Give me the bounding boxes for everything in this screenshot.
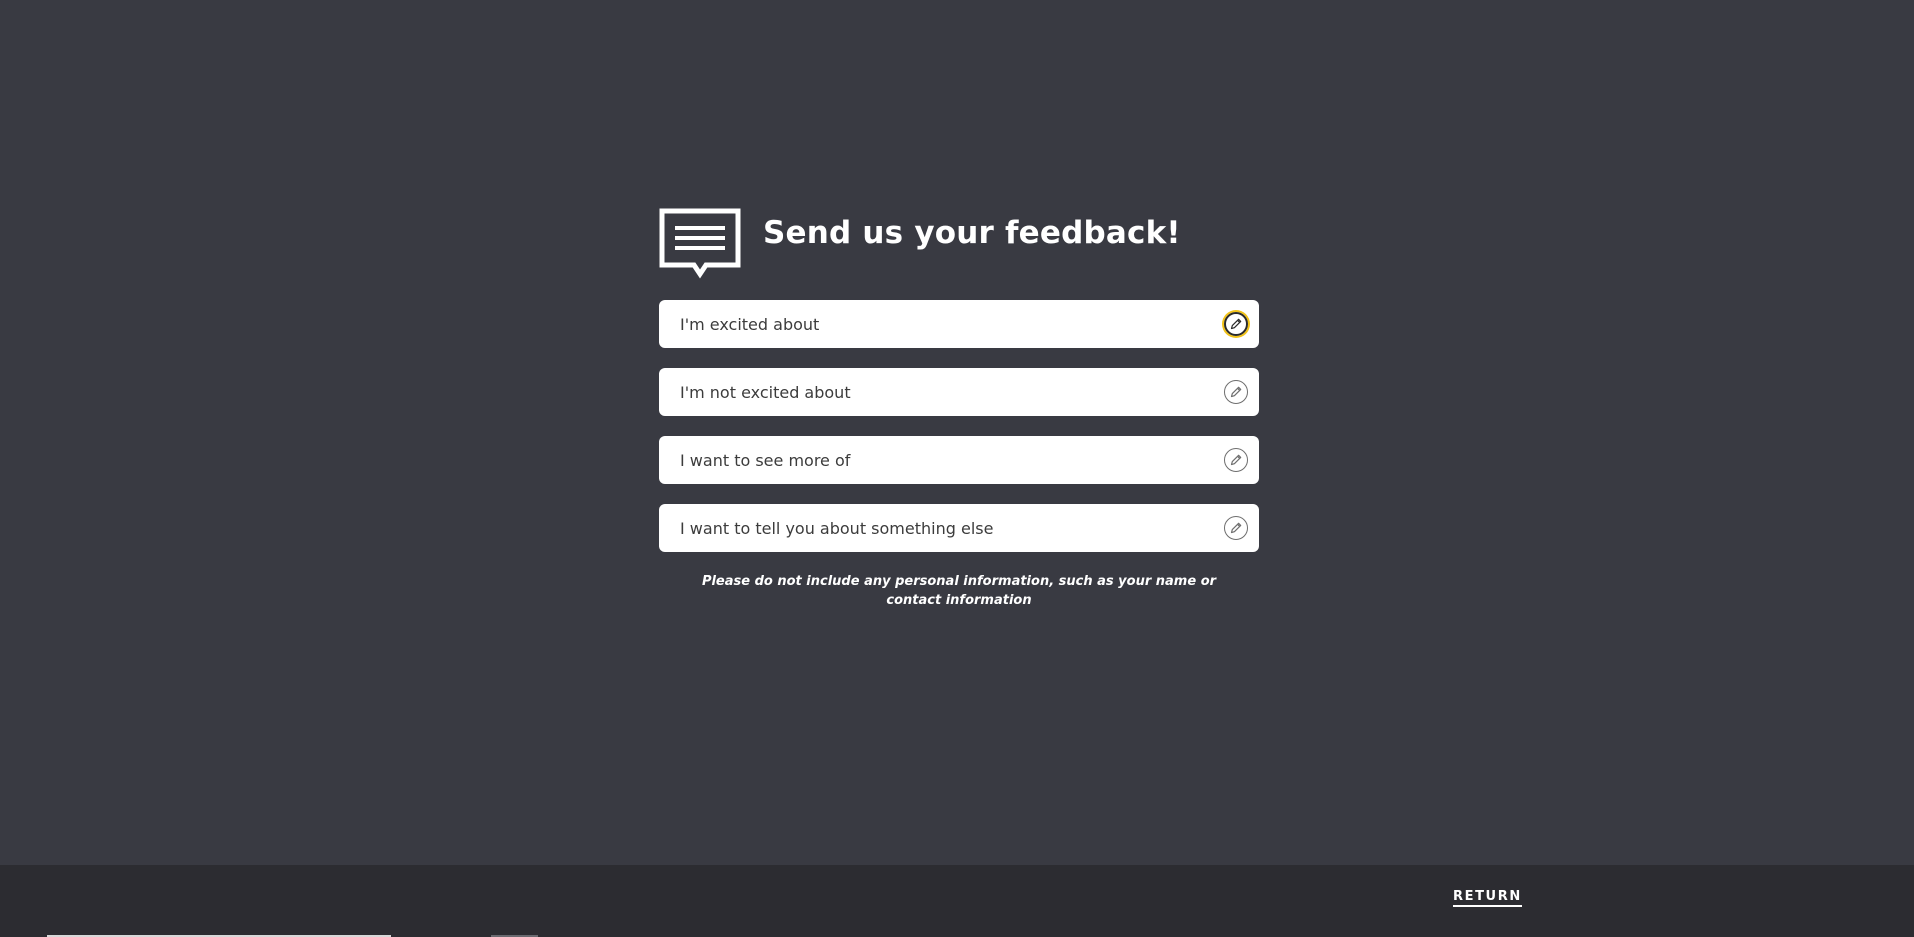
feedback-panel: Send us your feedback! I'm excited about…	[659, 208, 1259, 610]
chat-bubble-icon	[659, 208, 741, 279]
feedback-page: Send us your feedback! I'm excited about…	[0, 0, 1914, 937]
page-title: Send us your feedback!	[763, 215, 1181, 251]
pencil-icon[interactable]	[1224, 312, 1248, 336]
feedback-options: I'm excited about I'm not excited about …	[659, 300, 1259, 552]
feedback-option-excited[interactable]: I'm excited about	[659, 300, 1259, 348]
feedback-header: Send us your feedback!	[659, 208, 1259, 280]
return-link[interactable]: RETURN	[1453, 889, 1522, 907]
pencil-icon[interactable]	[1224, 380, 1248, 404]
option-label: I want to tell you about something else	[680, 518, 994, 538]
option-label: I want to see more of	[680, 450, 851, 470]
pencil-icon[interactable]	[1224, 516, 1248, 540]
option-label: I'm not excited about	[680, 382, 851, 402]
footer-bar: RETURN	[0, 865, 1914, 937]
option-label: I'm excited about	[680, 314, 820, 334]
feedback-option-something-else[interactable]: I want to tell you about something else	[659, 504, 1259, 552]
privacy-disclaimer: Please do not include any personal infor…	[701, 574, 1217, 608]
feedback-option-not-excited[interactable]: I'm not excited about	[659, 368, 1259, 416]
pencil-icon[interactable]	[1224, 448, 1248, 472]
feedback-option-see-more[interactable]: I want to see more of	[659, 436, 1259, 484]
